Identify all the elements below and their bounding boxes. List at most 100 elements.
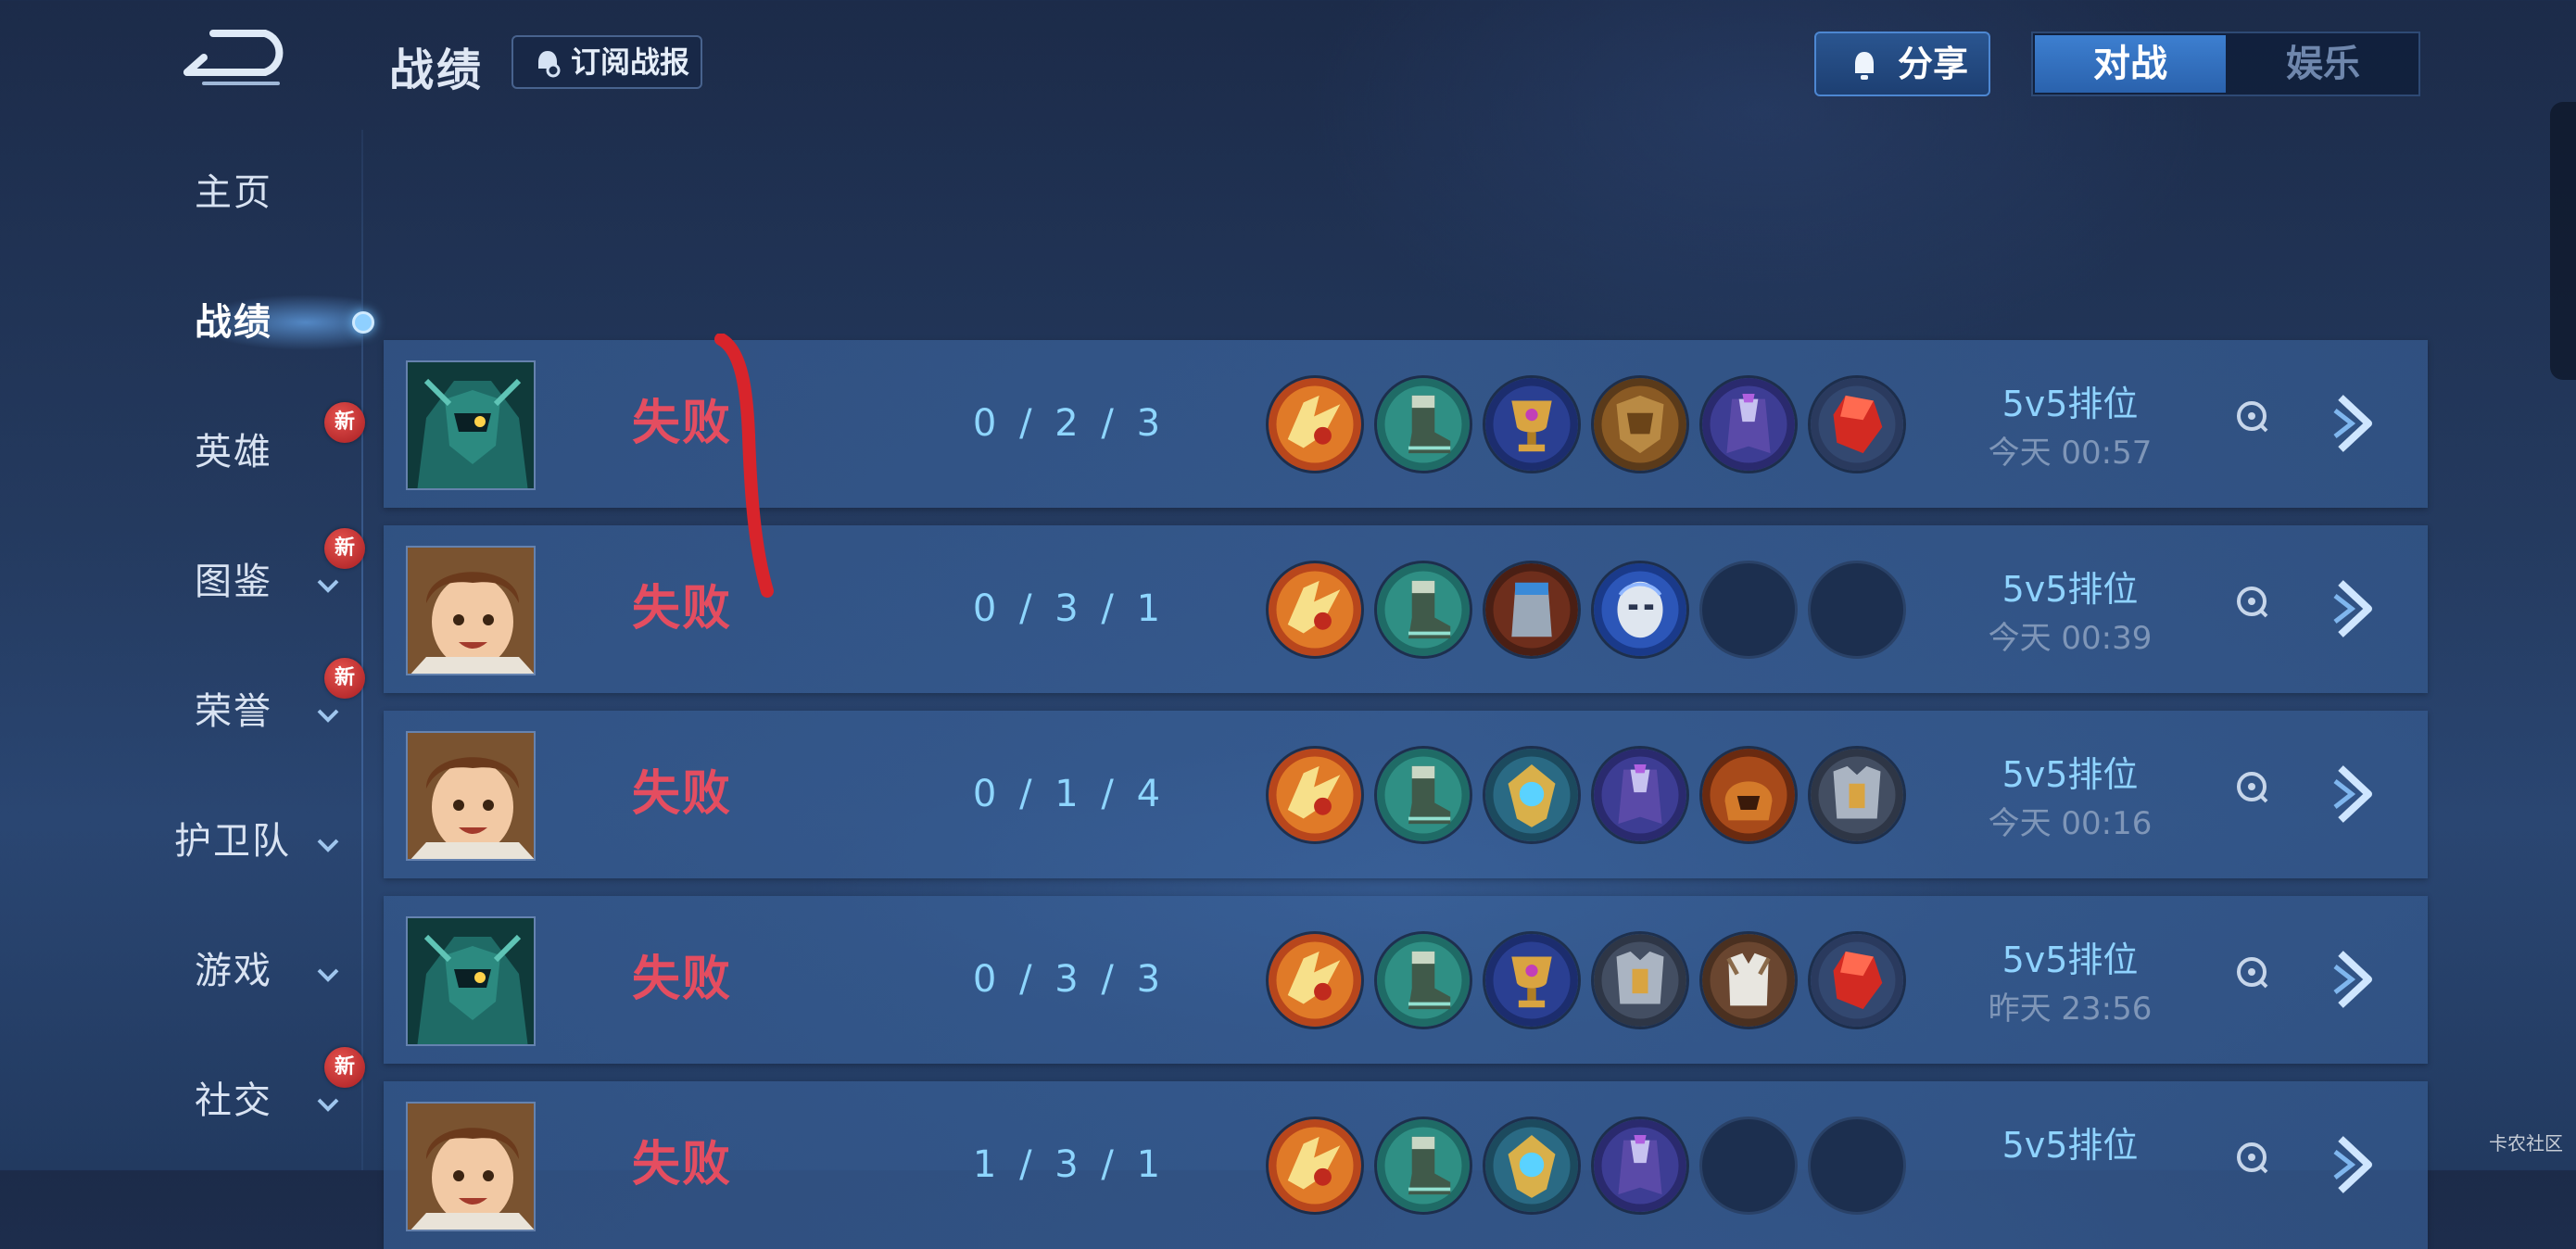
kda-score: 0 / 2 / 3 [972, 402, 1167, 445]
active-indicator-dot [352, 311, 374, 334]
back-button[interactable] [176, 28, 297, 93]
chevron-down-icon [317, 709, 339, 723]
chevron-right-icon[interactable] [2331, 763, 2378, 826]
match-row[interactable]: 失败 0 / 1 / 4 5v5排位今天 00:16 [384, 711, 2428, 878]
brown-hair-hero-avatar [406, 546, 536, 675]
sidebar-item-guard-team[interactable]: 护卫队 [0, 795, 363, 888]
kda-score: 0 / 3 / 1 [972, 587, 1167, 630]
green-boots-item-icon [1374, 746, 1472, 844]
red-gem-item-icon [1808, 375, 1906, 473]
match-row[interactable]: 失败 0 / 3 / 1 5v5排位 今天 00:39 [384, 525, 2428, 693]
new-badge: 新 [324, 402, 365, 443]
kda-score: 1 / 3 / 1 [972, 1143, 1167, 1186]
match-mode: 5v5排位 [2001, 569, 2139, 610]
brown-hair-hero-avatar [406, 731, 536, 861]
sidebar-item-codex[interactable]: 图鉴 新 [0, 528, 365, 628]
green-boots-item-icon [1374, 375, 1472, 473]
empty-item-slot [1699, 561, 1798, 659]
blue-cloth-item-icon [1483, 561, 1581, 659]
match-mode: 5v5排位 [2001, 940, 2139, 980]
mode-tab-switch: 对战 娱乐 [2031, 32, 2420, 96]
orange-helm-item-icon [1699, 746, 1798, 844]
sidebar-nav: 主页 战绩 英雄 新 图鉴 新 荣誉 新 护卫队 游戏 社交 新 [0, 0, 374, 1170]
golden-wing-item-icon [1266, 931, 1364, 1029]
purple-cloak-item-icon [1591, 746, 1689, 844]
match-mode: 5v5排位 [2001, 754, 2139, 795]
chevron-right-icon[interactable] [2331, 392, 2378, 455]
golden-wing-item-icon [1266, 746, 1364, 844]
white-vest-item-icon [1699, 931, 1798, 1029]
green-boots-item-icon [1374, 1117, 1472, 1215]
brown-hair-hero-avatar [406, 1102, 536, 1231]
blue-crest-item-icon [1483, 746, 1581, 844]
purple-cloak-item-icon [1699, 375, 1798, 473]
chevron-down-icon [317, 1098, 339, 1112]
sidebar-item-home[interactable]: 主页 [0, 146, 363, 239]
golden-wing-item-icon [1266, 561, 1364, 659]
golden-wing-item-icon [1266, 1117, 1364, 1215]
match-result: 失败 [632, 1137, 733, 1192]
silver-mask-item-icon [1591, 561, 1689, 659]
chevron-down-icon [317, 968, 339, 982]
back-arrow-icon [183, 30, 284, 85]
match-row[interactable]: 失败 0 / 3 / 3 5v5排位昨天 23:56 [384, 896, 2428, 1064]
sidebar-item-label: 主页 [195, 171, 272, 214]
chevron-down-icon [317, 839, 339, 852]
match-time: 今天 00:57 [1988, 435, 2153, 472]
tab-entertainment[interactable]: 娱乐 [2228, 35, 2418, 93]
subscribe-bell-icon [538, 51, 561, 78]
chevron-right-icon[interactable] [2331, 1133, 2378, 1196]
match-time: 昨天 23:56 [1988, 990, 2153, 1028]
new-badge: 新 [324, 528, 365, 569]
replay-icon[interactable] [2235, 399, 2268, 433]
sidebar-item-heroes[interactable]: 英雄 新 [0, 402, 365, 498]
golden-cup-item-icon [1483, 931, 1581, 1029]
new-badge: 新 [324, 658, 365, 699]
steel-armor-item-icon [1591, 931, 1689, 1029]
tab-battle[interactable]: 对战 [2035, 35, 2226, 93]
page-title: 战绩 [389, 44, 485, 96]
replay-icon[interactable] [2235, 585, 2268, 618]
match-result: 失败 [632, 766, 733, 822]
red-annotation-stroke [714, 334, 774, 598]
chevron-right-icon[interactable] [2331, 577, 2378, 640]
new-badge: 新 [324, 1047, 365, 1088]
sidebar-item-records[interactable]: 战绩 [0, 276, 374, 369]
match-row[interactable]: 失败 1 / 3 / 1 5v5排位 [384, 1081, 2428, 1249]
empty-item-slot [1699, 1117, 1798, 1215]
empty-item-slot [1808, 1117, 1906, 1215]
match-mode: 5v5排位 [2001, 384, 2139, 424]
replay-icon[interactable] [2235, 955, 2268, 989]
chevron-right-icon[interactable] [2331, 948, 2378, 1011]
green-boots-item-icon [1374, 561, 1472, 659]
subscribe-report-button[interactable]: 订阅战报 [511, 35, 702, 89]
teal-armored-hero-avatar [406, 360, 536, 490]
sidebar-item-social[interactable]: 社交 新 [0, 1047, 365, 1147]
golden-wing-item-icon [1266, 375, 1364, 473]
edge-handle[interactable] [2550, 102, 2576, 380]
watermark: 卡农社区 [2489, 1132, 2563, 1154]
golden-cup-item-icon [1483, 375, 1581, 473]
sidebar-item-label: 游戏 [195, 950, 272, 992]
chevron-down-icon [317, 579, 339, 593]
subscribe-report-label: 订阅战报 [571, 44, 690, 80]
replay-icon[interactable] [2235, 770, 2268, 803]
replay-icon[interactable] [2235, 1141, 2268, 1174]
blue-crest-item-icon [1483, 1117, 1581, 1215]
share-button[interactable]: 分享 [1814, 32, 1990, 96]
match-time: 今天 00:39 [1988, 620, 2153, 657]
match-time: 今天 00:16 [1988, 805, 2153, 842]
purple-cloak-item-icon [1591, 1117, 1689, 1215]
kda-score: 0 / 3 / 3 [972, 958, 1167, 1001]
share-bell-icon [1855, 52, 1874, 80]
match-result: 失败 [632, 952, 733, 1007]
empty-item-slot [1808, 561, 1906, 659]
kda-score: 0 / 1 / 4 [972, 773, 1167, 815]
match-row[interactable]: 失败 0 / 2 / 3 5v5排位 今天 00:57 [384, 340, 2428, 508]
sidebar-item-games[interactable]: 游戏 [0, 925, 363, 1017]
share-label: 分享 [1898, 44, 1969, 84]
match-mode: 5v5排位 [2001, 1125, 2139, 1166]
red-gem-item-icon [1808, 931, 1906, 1029]
steel-armor-item-icon [1808, 746, 1906, 844]
sidebar-item-honor[interactable]: 荣誉 新 [0, 658, 365, 758]
